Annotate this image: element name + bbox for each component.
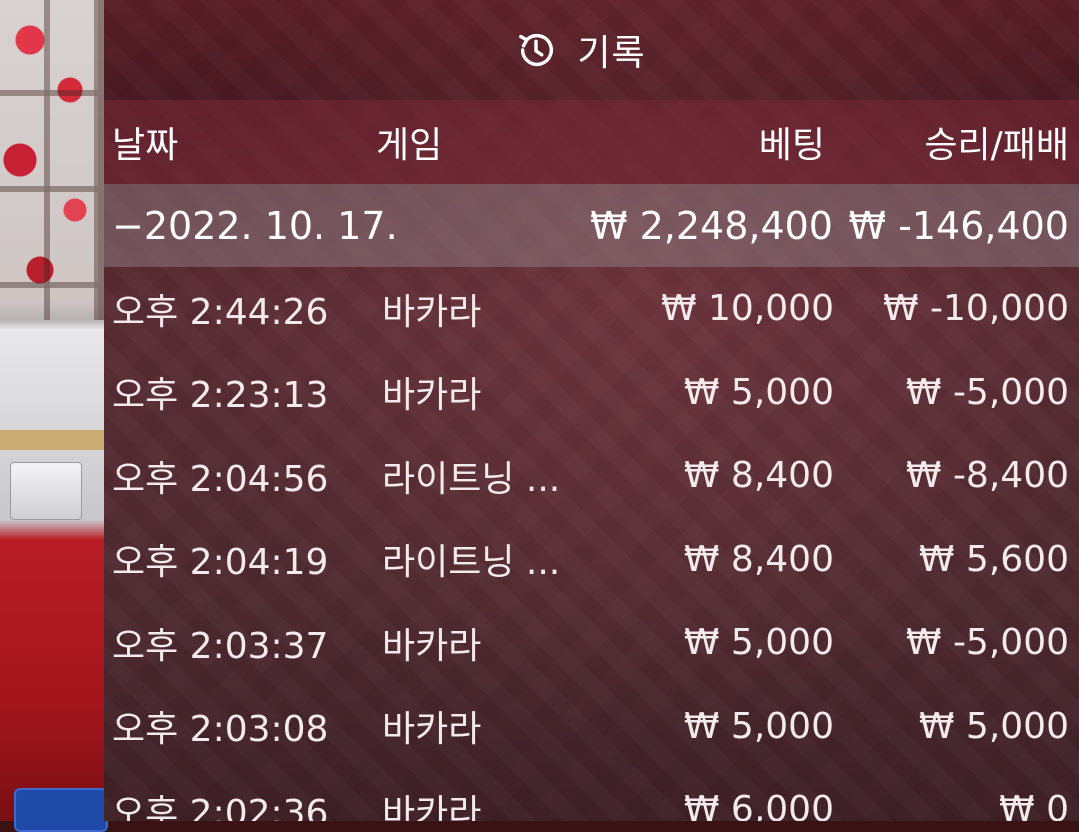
table-row[interactable]: 오후 2:44:26 바카라 ₩ 10,000 ₩ -10,000 xyxy=(104,267,1079,351)
row-result: ₩ 5,600 xyxy=(918,538,1069,580)
row-bet: ₩ 6,000 xyxy=(683,789,834,821)
history-panel: 기록 날짜 게임 베팅 승리/패배 −2022. 10. 17. ₩ 2,248… xyxy=(104,0,1079,821)
history-title-bar: 기록 xyxy=(104,0,1079,100)
history-title: 기록 xyxy=(577,33,646,74)
row-result: ₩ -8,400 xyxy=(905,455,1069,497)
table-row[interactable]: 오후 2:03:37 바카라 ₩ 5,000 ₩ -5,000 xyxy=(104,601,1079,685)
row-time: 오후 2:03:08 xyxy=(112,709,329,751)
row-game: 바카라 xyxy=(382,625,482,667)
row-bet: ₩ 8,400 xyxy=(683,455,834,497)
table-row[interactable]: 오후 2:02:36 바카라 ₩ 6,000 ₩ 0 xyxy=(104,768,1079,821)
column-header-result: 승리/패배 xyxy=(924,125,1069,166)
day-group-bet-total: ₩ 2,248,400 xyxy=(589,203,833,248)
history-table: 날짜 게임 베팅 승리/패배 −2022. 10. 17. ₩ 2,248,40… xyxy=(104,100,1079,821)
row-bet: ₩ 5,000 xyxy=(683,371,834,413)
table-header-row: 날짜 게임 베팅 승리/패배 xyxy=(104,100,1079,184)
row-game: 바카라 xyxy=(382,792,482,821)
row-time: 오후 2:23:13 xyxy=(112,375,329,417)
row-time: 오후 2:44:26 xyxy=(112,291,329,333)
column-header-date: 날짜 xyxy=(112,125,179,166)
row-game: 바카라 xyxy=(382,375,482,417)
day-group-result-total: ₩ -146,400 xyxy=(848,203,1069,248)
row-result: ₩ 5,000 xyxy=(918,705,1069,747)
row-bet: ₩ 5,000 xyxy=(683,705,834,747)
background-window-frame xyxy=(0,0,104,320)
row-bet: ₩ 5,000 xyxy=(683,622,834,664)
row-game: 바카라 xyxy=(382,291,482,333)
day-group-date: −2022. 10. 17. xyxy=(112,203,398,248)
row-time: 오후 2:04:56 xyxy=(112,458,329,500)
row-result: ₩ -5,000 xyxy=(905,371,1069,413)
background-card-shoe xyxy=(10,462,82,520)
table-row[interactable]: 오후 2:04:19 라이트닝 ... ₩ 8,400 ₩ 5,600 xyxy=(104,518,1079,602)
row-time: 오후 2:02:36 xyxy=(112,792,329,821)
row-game: 바카라 xyxy=(382,709,482,751)
table-row[interactable]: 오후 2:23:13 바카라 ₩ 5,000 ₩ -5,000 xyxy=(104,351,1079,435)
history-icon xyxy=(519,33,554,67)
background-table-edge xyxy=(0,430,104,450)
row-game: 라이트닝 ... xyxy=(382,458,561,500)
column-header-bet: 베팅 xyxy=(758,125,825,166)
row-result: ₩ -10,000 xyxy=(883,288,1069,330)
table-row[interactable]: 오후 2:04:56 라이트닝 ... ₩ 8,400 ₩ -8,400 xyxy=(104,434,1079,518)
background-blue-button[interactable] xyxy=(14,788,108,832)
row-result: ₩ 0 xyxy=(999,789,1069,821)
row-game: 라이트닝 ... xyxy=(382,542,561,584)
row-result: ₩ -5,000 xyxy=(905,622,1069,664)
row-time: 오후 2:04:19 xyxy=(112,542,329,584)
table-row[interactable]: 오후 2:03:08 바카라 ₩ 5,000 ₩ 5,000 xyxy=(104,685,1079,769)
row-bet: ₩ 10,000 xyxy=(660,288,834,330)
day-group-row[interactable]: −2022. 10. 17. ₩ 2,248,400 ₩ -146,400 xyxy=(104,184,1079,267)
row-bet: ₩ 8,400 xyxy=(683,538,834,580)
row-time: 오후 2:03:37 xyxy=(112,625,329,667)
column-header-game: 게임 xyxy=(376,125,443,166)
